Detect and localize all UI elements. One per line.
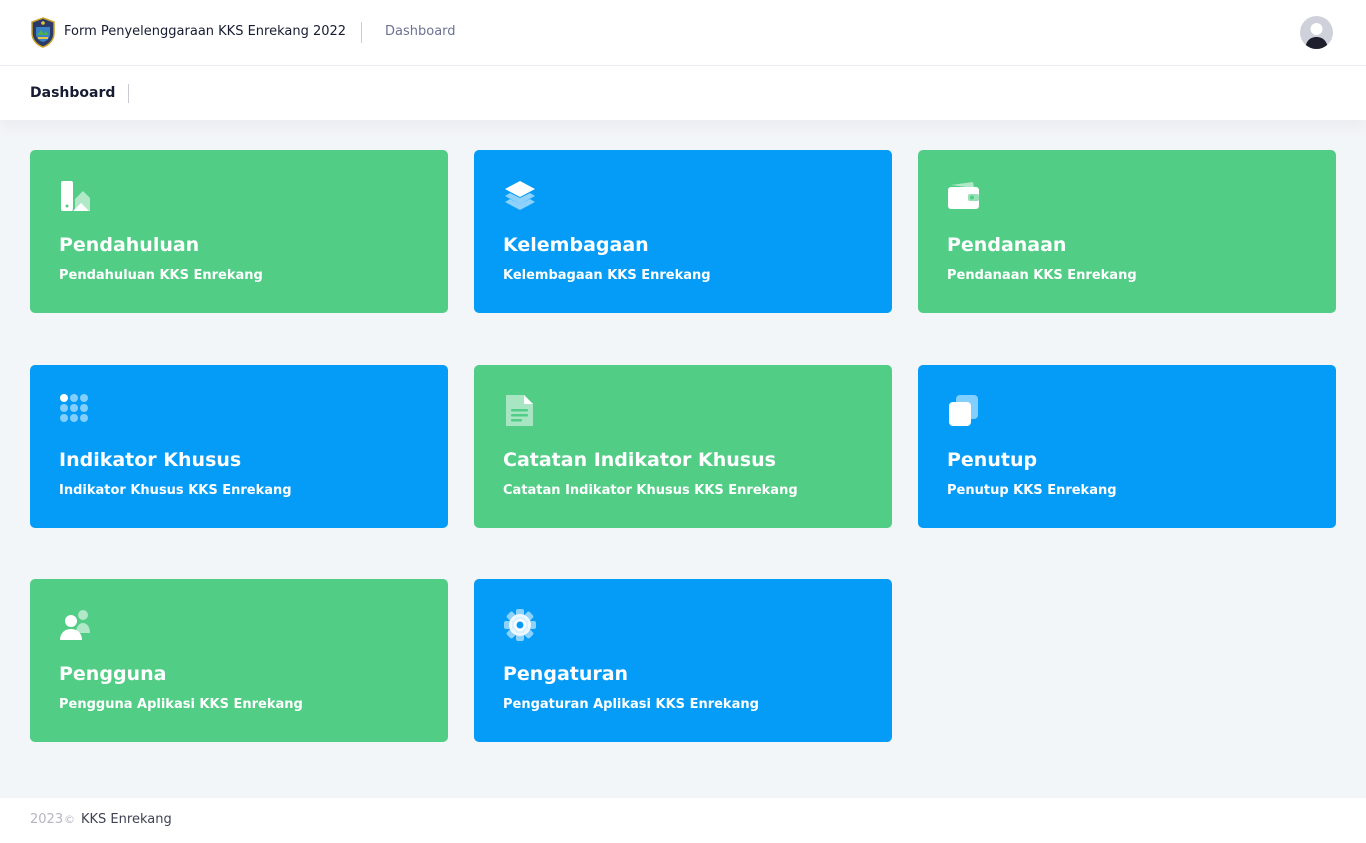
tile-subtitle: Pendanaan KKS Enrekang: [947, 268, 1137, 283]
tile-title: Pengaturan: [503, 663, 629, 685]
tile-subtitle: Penutup KKS Enrekang: [947, 483, 1117, 498]
layers-icon: [503, 179, 537, 213]
tile-title: Pendanaan: [947, 234, 1067, 256]
subheader-divider: [128, 84, 129, 103]
tile-title: Indikator Khusus: [59, 449, 242, 471]
breadcrumb-dashboard[interactable]: Dashboard: [385, 22, 456, 42]
tile-subtitle: Indikator Khusus KKS Enrekang: [59, 483, 292, 498]
tile-title: Catatan Indikator Khusus: [503, 449, 776, 471]
tile-catatan-indikator-khusus[interactable]: Catatan Indikator Khusus Catatan Indikat…: [474, 365, 892, 528]
tile-pengaturan[interactable]: Pengaturan Pengaturan Aplikasi KKS Enrek…: [474, 579, 892, 742]
tile-title: Kelembagaan: [503, 234, 649, 256]
file-text-icon: [503, 394, 537, 428]
tile-penutup[interactable]: Penutup Penutup KKS Enrekang: [918, 365, 1336, 528]
tile-subtitle: Pendahuluan KKS Enrekang: [59, 268, 263, 283]
tile-pendanaan[interactable]: Pendanaan Pendanaan KKS Enrekang: [918, 150, 1336, 313]
tile-subtitle: Pengaturan Aplikasi KKS Enrekang: [503, 697, 759, 712]
tile-title: Penutup: [947, 449, 1038, 471]
page-title: Dashboard: [30, 85, 116, 101]
tile-title: Pengguna: [59, 663, 167, 685]
duplicate-icon: [947, 394, 981, 428]
tile-indikator-khusus[interactable]: Indikator Khusus Indikator Khusus KKS En…: [30, 365, 448, 528]
tile-kelembagaan[interactable]: Kelembagaan Kelembagaan KKS Enrekang: [474, 150, 892, 313]
header-divider: [361, 22, 362, 43]
footer-owner-link[interactable]: KKS Enrekang: [81, 811, 172, 829]
dots-grid-icon: [59, 394, 93, 428]
users-icon: [59, 608, 93, 642]
tile-pengguna[interactable]: Pengguna Pengguna Aplikasi KKS Enrekang: [30, 579, 448, 742]
regency-crest-icon[interactable]: [30, 17, 56, 48]
document-pen-icon: [59, 179, 93, 213]
tile-title: Pendahuluan: [59, 234, 200, 256]
wallet-icon: [947, 179, 981, 213]
gear-icon: [503, 608, 537, 642]
tile-subtitle: Catatan Indikator Khusus KKS Enrekang: [503, 483, 798, 498]
app-title: Form Penyelenggaraan KKS Enrekang 2022: [64, 24, 347, 39]
user-avatar-icon[interactable]: [1300, 16, 1333, 49]
tile-pendahuluan[interactable]: Pendahuluan Pendahuluan KKS Enrekang: [30, 150, 448, 313]
tile-subtitle: Pengguna Aplikasi KKS Enrekang: [59, 697, 303, 712]
footer: 2023 © KKS Enrekang: [0, 798, 1366, 843]
top-header: Form Penyelenggaraan KKS Enrekang 2022 D…: [0, 0, 1366, 66]
tile-subtitle: Kelembagaan KKS Enrekang: [503, 268, 711, 283]
footer-year: 2023: [30, 812, 64, 827]
subheader: Dashboard: [0, 66, 1366, 120]
copyright-symbol: ©: [64, 813, 75, 826]
